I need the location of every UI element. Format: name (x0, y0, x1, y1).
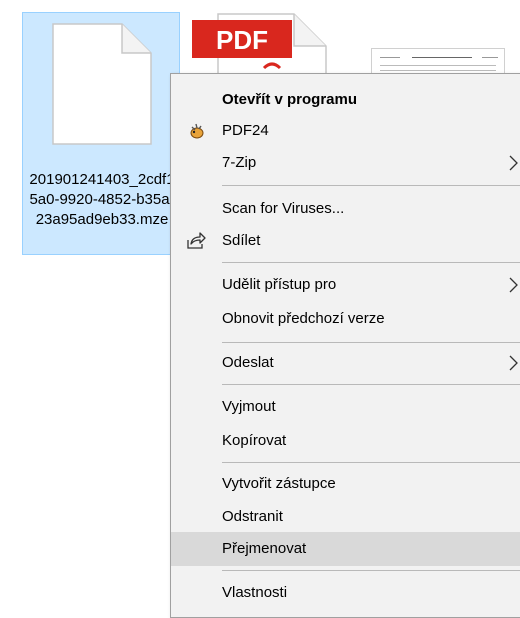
menu-item-label: PDF24 (222, 122, 269, 139)
chevron-right-icon (509, 155, 518, 171)
menu-item-label: Udělit přístup pro (222, 276, 337, 293)
menu-item-label: Vlastnosti (222, 584, 288, 601)
menu-item-pdf24[interactable]: PDF24 (171, 114, 520, 148)
chevron-right-icon (509, 355, 518, 371)
blank-document-icon (52, 23, 152, 145)
menu-item-label: Odeslat (222, 354, 274, 371)
pdf24-icon (190, 123, 204, 139)
context-menu: Otevřít v programu PDF24 7-Zip Scan for … (170, 73, 520, 618)
menu-item-label: Scan for Viruses... (222, 200, 345, 217)
pdf-file-icon: PDF (192, 13, 327, 79)
menu-item-give-access[interactable]: Udělit přístup pro (171, 268, 520, 302)
menu-separator (222, 185, 520, 186)
menu-item-label: Otevřít v programu (222, 91, 358, 108)
menu-item-rename[interactable]: Přejmenovat (171, 532, 520, 566)
menu-item-share[interactable]: Sdílet (171, 224, 520, 258)
file-name-label: 201901241403_2cdf15a0-9920-4852-b35a-23a… (29, 171, 175, 228)
menu-item-properties[interactable]: Vlastnosti (171, 576, 520, 610)
share-icon (187, 232, 206, 249)
menu-item-copy[interactable]: Kopírovat (171, 424, 520, 458)
menu-item-label: Vyjmout (222, 398, 276, 415)
menu-separator (222, 462, 520, 463)
menu-separator (222, 342, 520, 343)
menu-item-open-with[interactable]: Otevřít v programu (171, 83, 520, 117)
menu-item-cut[interactable]: Vyjmout (171, 390, 520, 424)
menu-item-label: Kopírovat (222, 432, 287, 449)
menu-separator (222, 384, 520, 385)
menu-item-restore-versions[interactable]: Obnovit předchozí verze (171, 302, 520, 336)
menu-separator (222, 570, 520, 571)
menu-item-label: Vytvořit zástupce (222, 475, 336, 492)
menu-item-scan-viruses[interactable]: Scan for Viruses... (171, 192, 520, 226)
desktop: 201901241403_2cdf15a0-9920-4852-b35a-23a… (0, 0, 520, 618)
menu-item-label: Obnovit předchozí verze (222, 310, 385, 327)
menu-item-label: 7-Zip (222, 154, 257, 171)
menu-item-delete[interactable]: Odstranit (171, 500, 520, 534)
menu-item-7zip[interactable]: 7-Zip (171, 146, 520, 180)
chevron-right-icon (509, 277, 518, 293)
menu-item-label: Odstranit (222, 508, 283, 525)
menu-item-send-to[interactable]: Odeslat (171, 346, 520, 380)
menu-item-create-shortcut[interactable]: Vytvořit zástupce (171, 467, 520, 501)
pdf-badge-text: PDF (216, 25, 268, 55)
menu-item-label: Přejmenovat (222, 540, 307, 557)
menu-item-label: Sdílet (222, 232, 261, 249)
menu-separator (222, 262, 520, 263)
selected-file[interactable]: 201901241403_2cdf15a0-9920-4852-b35a-23a… (22, 12, 180, 255)
